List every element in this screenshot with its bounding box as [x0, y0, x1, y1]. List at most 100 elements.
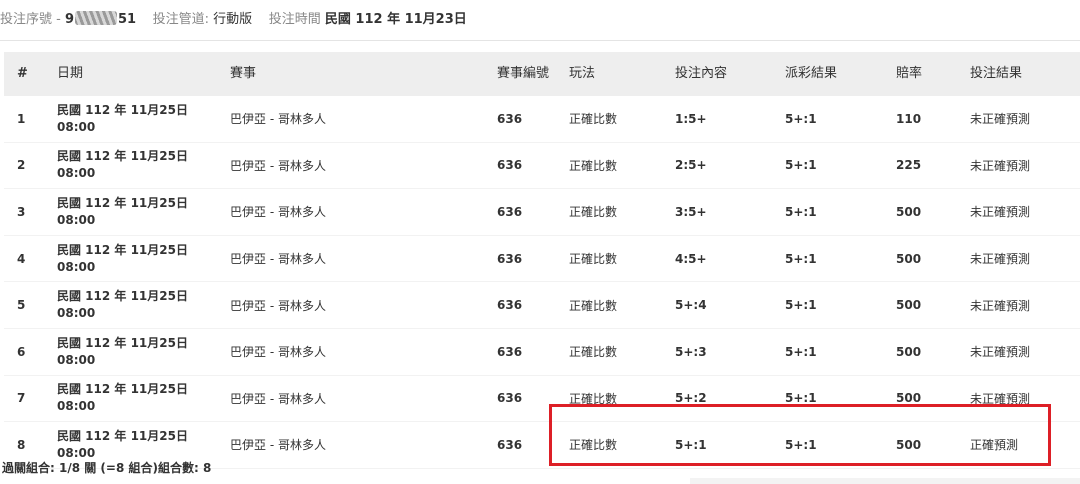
row-date-cell: 民國 112 年 11月25日 08:00 [44, 96, 217, 143]
row-bet: 5+:1 [662, 421, 772, 469]
column-header: 賽事 [217, 52, 484, 96]
column-header: 賽事編號 [484, 52, 556, 96]
row-outcome: 正確預測 [957, 421, 1080, 469]
row-match-no: 636 [484, 281, 556, 329]
row-odds: 500 [883, 375, 957, 423]
serial-suffix: 51 [118, 12, 137, 27]
row-date: 民國 112 年 11月25日 [57, 382, 188, 397]
row-date: 民國 112 年 11月25日 [57, 428, 188, 443]
table-row: 3 民國 112 年 11月25日 08:00 巴伊亞 - 哥林多人 636 正確… [4, 188, 1080, 236]
row-time: 08:00 [57, 212, 96, 227]
row-play: 正確比數 [556, 421, 662, 469]
row-bet: 3:5+ [662, 188, 772, 236]
row-play: 正確比數 [556, 96, 662, 143]
row-date-cell: 民國 112 年 11月25日 08:00 [44, 328, 217, 376]
combo-summary: 過關組合: 1/8 關 (=8 組合)組合數: 8 [2, 461, 212, 475]
row-result: 5+:1 [772, 235, 883, 283]
row-odds: 110 [883, 96, 957, 143]
row-time: 08:00 [57, 119, 96, 134]
row-index: 4 [4, 235, 44, 283]
table-row: 6 民國 112 年 11月25日 08:00 巴伊亞 - 哥林多人 636 正確… [4, 328, 1080, 376]
row-match-no: 636 [484, 375, 556, 423]
row-bet: 5+:3 [662, 328, 772, 376]
row-time: 08:00 [57, 352, 96, 367]
row-index: 1 [4, 96, 44, 143]
bet-info-bar: 投注序號 - 9 51 投注管道: 行動版 投注時間 民國 112 年 11月23… [0, 0, 1080, 41]
row-match: 巴伊亞 - 哥林多人 [217, 375, 484, 423]
row-match-no: 636 [484, 421, 556, 469]
row-odds: 500 [883, 235, 957, 283]
serial-label: 投注序號 - [0, 12, 61, 27]
table-row: 1 民國 112 年 11月25日 08:00 巴伊亞 - 哥林多人 636 正確… [4, 96, 1080, 143]
row-play: 正確比數 [556, 281, 662, 329]
row-outcome: 未正確預測 [957, 188, 1080, 236]
time-value: 民國 112 年 11月23日 [324, 12, 467, 27]
row-bet: 5+:2 [662, 375, 772, 423]
row-match: 巴伊亞 - 哥林多人 [217, 281, 484, 329]
row-result: 5+:1 [772, 375, 883, 423]
row-bet: 1:5+ [662, 96, 772, 143]
row-date-cell: 民國 112 年 11月25日 08:00 [44, 375, 217, 423]
row-odds: 500 [883, 328, 957, 376]
row-match: 巴伊亞 - 哥林多人 [217, 188, 484, 236]
table-row: 7 民國 112 年 11月25日 08:00 巴伊亞 - 哥林多人 636 正確… [4, 375, 1080, 423]
row-outcome: 未正確預測 [957, 142, 1080, 190]
row-index: 5 [4, 281, 44, 329]
column-header: 日期 [44, 52, 217, 96]
row-outcome: 未正確預測 [957, 96, 1080, 143]
column-header: 派彩結果 [772, 52, 883, 96]
row-match: 巴伊亞 - 哥林多人 [217, 96, 484, 143]
row-match-no: 636 [484, 96, 556, 143]
row-play: 正確比數 [556, 188, 662, 236]
row-result: 5+:1 [772, 142, 883, 190]
row-play: 正確比數 [556, 142, 662, 190]
row-odds: 225 [883, 142, 957, 190]
row-date: 民國 112 年 11月25日 [57, 149, 188, 164]
row-play: 正確比數 [556, 375, 662, 423]
row-index: 2 [4, 142, 44, 190]
row-play: 正確比數 [556, 328, 662, 376]
row-odds: 500 [883, 421, 957, 469]
row-bet: 4:5+ [662, 235, 772, 283]
table-row: 2 民國 112 年 11月25日 08:00 巴伊亞 - 哥林多人 636 正確… [4, 142, 1080, 190]
row-odds: 500 [883, 281, 957, 329]
row-result: 5+:1 [772, 281, 883, 329]
row-bet: 2:5+ [662, 142, 772, 190]
row-odds: 500 [883, 188, 957, 236]
row-date-cell: 民國 112 年 11月25日 08:00 [44, 142, 217, 190]
row-match-no: 636 [484, 235, 556, 283]
row-date-cell: 民國 112 年 11月25日 08:00 [44, 235, 217, 283]
row-time: 08:00 [57, 399, 96, 414]
table-row: 5 民國 112 年 11月25日 08:00 巴伊亞 - 哥林多人 636 正確… [4, 281, 1080, 329]
column-header: # [4, 52, 44, 96]
row-date-cell: 民國 112 年 11月25日 08:00 [44, 188, 217, 236]
column-header: 賠率 [883, 52, 957, 96]
row-time: 08:00 [57, 306, 96, 321]
row-outcome: 未正確預測 [957, 328, 1080, 376]
row-date: 民國 112 年 11月25日 [57, 289, 188, 304]
row-match: 巴伊亞 - 哥林多人 [217, 235, 484, 283]
row-time: 08:00 [57, 259, 96, 274]
redacted-serial-mark [75, 11, 118, 25]
channel-value: 行動版 [213, 12, 253, 27]
row-outcome: 未正確預測 [957, 235, 1080, 283]
column-header: 玩法 [556, 52, 662, 96]
row-result: 5+:1 [772, 421, 883, 469]
time-label: 投注時間 [268, 12, 321, 27]
row-index: 3 [4, 188, 44, 236]
row-bet: 5+:4 [662, 281, 772, 329]
bet-detail-table: # 日期 賽事 賽事編號 玩法 投注內容 派彩結果 賠率 投注結果 1 民國 1… [4, 52, 1080, 469]
bottom-divider [690, 478, 1080, 484]
row-time: 08:00 [57, 166, 96, 181]
channel-label: 投注管道: [152, 12, 210, 27]
row-outcome: 未正確預測 [957, 281, 1080, 329]
row-date: 民國 112 年 11月25日 [57, 195, 188, 210]
row-match: 巴伊亞 - 哥林多人 [217, 328, 484, 376]
row-match-no: 636 [484, 328, 556, 376]
row-date: 民國 112 年 11月25日 [57, 335, 188, 350]
row-index: 6 [4, 328, 44, 376]
row-date: 民國 112 年 11月25日 [57, 102, 188, 117]
column-header: 投注內容 [662, 52, 772, 96]
serial-prefix: 9 [64, 12, 75, 27]
row-match: 巴伊亞 - 哥林多人 [217, 421, 484, 469]
